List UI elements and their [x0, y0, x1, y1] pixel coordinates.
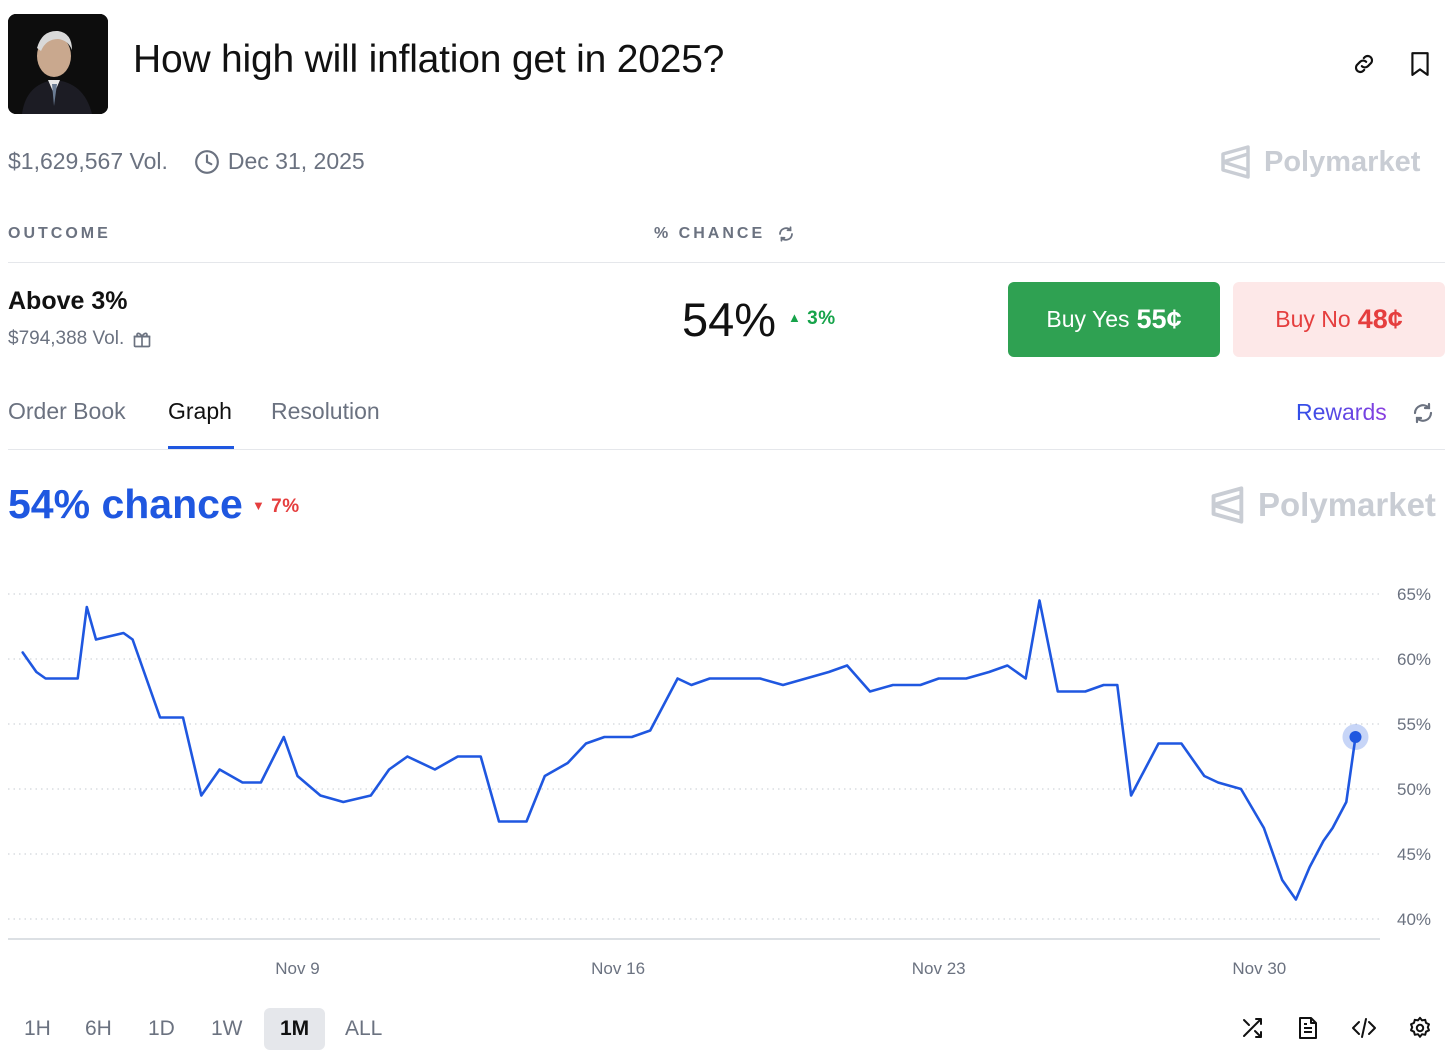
market-meta: $1,629,567 Vol. Dec 31, 2025: [8, 148, 365, 175]
current-point: [1349, 731, 1362, 743]
polymarket-watermark-text: Polymarket: [1258, 486, 1436, 523]
y-tick-label: 40%: [1397, 910, 1431, 929]
header-divider: [8, 262, 1445, 263]
buy-no-price: 48¢: [1357, 304, 1403, 334]
tabs-divider: [8, 449, 1445, 450]
buy-no-button[interactable]: Buy No 48¢: [1233, 282, 1445, 357]
buy-yes-label: Buy Yes: [1046, 306, 1130, 332]
graph-chance: 54% chance: [8, 481, 243, 527]
triangle-down-icon: ▼: [252, 498, 266, 513]
polymarket-watermark: Polymarket: [1210, 485, 1436, 525]
tab-order-book[interactable]: Order Book: [8, 398, 126, 425]
outcome-change: ▲ 3%: [788, 308, 836, 330]
range-1d[interactable]: 1D: [132, 1008, 191, 1050]
document-icon[interactable]: [1292, 1012, 1324, 1044]
chance-column-label: % CHANCE: [654, 225, 766, 242]
y-tick-label: 45%: [1397, 845, 1431, 864]
x-tick-label: Nov 16: [591, 959, 645, 978]
series-line: [21, 599, 1357, 901]
shuffle-icon[interactable]: [1236, 1012, 1268, 1044]
market-volume: $1,629,567 Vol.: [8, 148, 168, 174]
link-icon[interactable]: [1348, 48, 1380, 80]
outcome-volume: $794,388 Vol.: [8, 328, 125, 349]
code-icon[interactable]: [1348, 1012, 1380, 1044]
range-6h[interactable]: 6H: [69, 1008, 128, 1050]
portrait-image: [8, 14, 108, 114]
x-tick-label: Nov 9: [275, 959, 319, 978]
gift-icon[interactable]: [132, 329, 152, 349]
bookmark-icon[interactable]: [1404, 48, 1436, 80]
buy-no-label: Buy No: [1275, 306, 1351, 332]
range-1m[interactable]: 1M: [264, 1008, 326, 1050]
y-tick-label: 65%: [1397, 585, 1431, 604]
polymarket-logo-text: Polymarket: [1264, 145, 1421, 178]
tab-graph[interactable]: Graph: [168, 398, 232, 425]
outcome-chance: 54%: [682, 293, 777, 346]
market-avatar: [8, 14, 108, 114]
outcome-name[interactable]: Above 3%: [8, 287, 127, 316]
graph-change: ▼ 7%: [252, 496, 300, 518]
y-tick-label: 55%: [1397, 715, 1431, 734]
buy-yes-price: 55¢: [1136, 304, 1182, 334]
polymarket-logo-icon: [1211, 486, 1244, 524]
range-1w[interactable]: 1W: [195, 1008, 259, 1050]
buy-yes-button[interactable]: Buy Yes 55¢: [1008, 282, 1220, 357]
outcome-column-header: OUTCOME: [8, 225, 111, 242]
refresh-icon[interactable]: [1407, 397, 1439, 429]
y-tick-label: 60%: [1397, 650, 1431, 669]
range-1h[interactable]: 1H: [8, 1008, 67, 1050]
outcome-volume-row: $794,388 Vol.: [8, 328, 152, 350]
price-chart[interactable]: 40% 45% 50% 55% 60% 65% Nov 9 Nov 16 Nov 23 Nov 3…: [0, 560, 1456, 990]
clock-icon: [194, 149, 219, 174]
polymarket-logo-icon: [1221, 145, 1250, 179]
outcome-change-value: 3%: [807, 308, 836, 329]
tab-resolution[interactable]: Resolution: [271, 398, 380, 425]
x-tick-label: Nov 30: [1232, 959, 1286, 978]
market-end-date: Dec 31, 2025: [227, 148, 365, 174]
x-tick-label: Nov 23: [912, 959, 966, 978]
range-all[interactable]: ALL: [329, 1008, 398, 1050]
settings-icon[interactable]: [1404, 1012, 1436, 1044]
chance-column-header: % CHANCE: [654, 225, 795, 243]
graph-change-value: 7%: [271, 496, 300, 517]
market-title: How high will inflation get in 2025?: [133, 38, 725, 81]
triangle-up-icon: ▲: [788, 310, 802, 325]
polymarket-logo: Polymarket: [1220, 144, 1420, 180]
rewards-link[interactable]: Rewards: [1296, 399, 1387, 426]
refresh-icon[interactable]: [777, 225, 795, 243]
y-tick-label: 50%: [1397, 780, 1431, 799]
